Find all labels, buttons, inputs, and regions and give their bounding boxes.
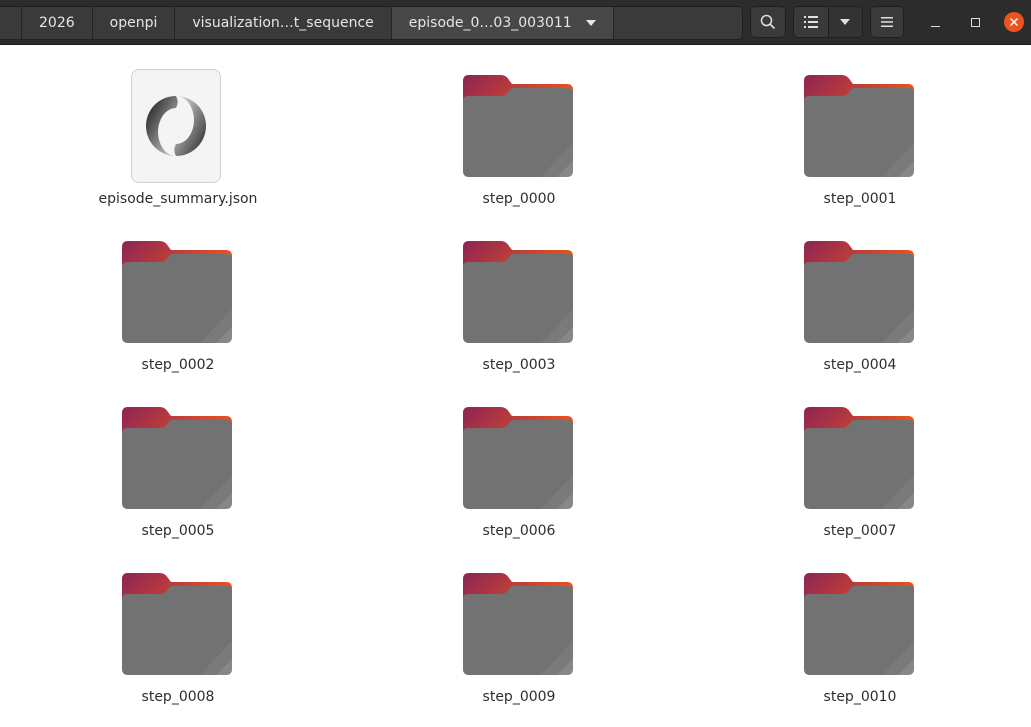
folder-icon (804, 573, 914, 675)
breadcrumb-current-label: episode_0…03_003011 (408, 15, 572, 31)
folder-name: step_0003 (482, 357, 556, 373)
main-menu-button[interactable] (870, 6, 904, 38)
folder-name: step_0009 (482, 689, 556, 705)
view-options-button[interactable] (827, 7, 862, 37)
folder-icon (122, 573, 232, 675)
breadcrumb-item-visualization[interactable]: visualization…t_sequence (175, 7, 392, 39)
folder-name: step_0010 (823, 689, 897, 705)
folder-name: step_0004 (823, 357, 897, 373)
close-button[interactable] (1004, 12, 1024, 32)
maximize-icon (970, 17, 980, 27)
folder-icon (122, 407, 232, 509)
folder-name: step_0002 (141, 357, 215, 373)
breadcrumb-item-current[interactable]: episode_0…03_003011 (391, 7, 614, 39)
folder-icon (804, 241, 914, 343)
folder-icon (463, 75, 573, 177)
folder-item[interactable]: step_0007 (760, 377, 960, 547)
minimize-button[interactable] (925, 12, 945, 32)
folder-icon (463, 573, 573, 675)
folder-icon (463, 241, 573, 343)
folder-name: step_0007 (823, 523, 897, 539)
search-icon (760, 14, 776, 30)
breadcrumb: 2026 openpi visualization…t_sequence epi… (0, 6, 743, 40)
folder-item[interactable]: step_0009 (419, 543, 619, 713)
view-switcher (793, 6, 863, 38)
folder-name: step_0006 (482, 523, 556, 539)
file-grid: episode_summary.json step_0000 step_0001st… (0, 45, 1031, 727)
folder-name: step_0001 (823, 191, 897, 207)
file-item[interactable]: episode_summary.json (78, 45, 278, 215)
maximize-button[interactable] (965, 12, 985, 32)
folder-item[interactable]: step_0003 (419, 211, 619, 381)
list-view-icon (803, 16, 818, 28)
folder-item[interactable]: step_0002 (78, 211, 278, 381)
file-name: episode_summary.json (98, 191, 258, 207)
minimize-icon (930, 26, 940, 27)
chevron-down-icon (585, 20, 596, 26)
chevron-down-icon (840, 19, 851, 25)
breadcrumb-item-2026[interactable]: 2026 (22, 7, 93, 39)
folder-item[interactable]: step_0010 (760, 543, 960, 713)
folder-item[interactable]: step_0004 (760, 211, 960, 381)
folder-item[interactable]: step_0006 (419, 377, 619, 547)
folder-icon (804, 75, 914, 177)
folder-name: step_0008 (141, 689, 215, 705)
folder-icon (804, 407, 914, 509)
close-circle (1004, 12, 1024, 32)
folder-item[interactable]: step_0008 (78, 543, 278, 713)
breadcrumb-item-openpi[interactable]: openpi (93, 7, 176, 39)
close-icon (1010, 18, 1018, 26)
hamburger-menu-icon (881, 17, 893, 27)
folder-item[interactable]: step_0005 (78, 377, 278, 547)
folder-icon (463, 407, 573, 509)
search-button[interactable] (750, 6, 786, 38)
json-logo-icon (146, 96, 206, 156)
breadcrumb-overflow[interactable] (0, 7, 22, 39)
json-file-icon (131, 69, 221, 183)
header-bar: 2026 openpi visualization…t_sequence epi… (0, 0, 1031, 45)
folder-icon (122, 241, 232, 343)
folder-item[interactable]: step_0000 (419, 45, 619, 215)
folder-item[interactable]: step_0001 (760, 45, 960, 215)
list-view-button[interactable] (794, 7, 828, 37)
folder-name: step_0005 (141, 523, 215, 539)
folder-name: step_0000 (482, 191, 556, 207)
